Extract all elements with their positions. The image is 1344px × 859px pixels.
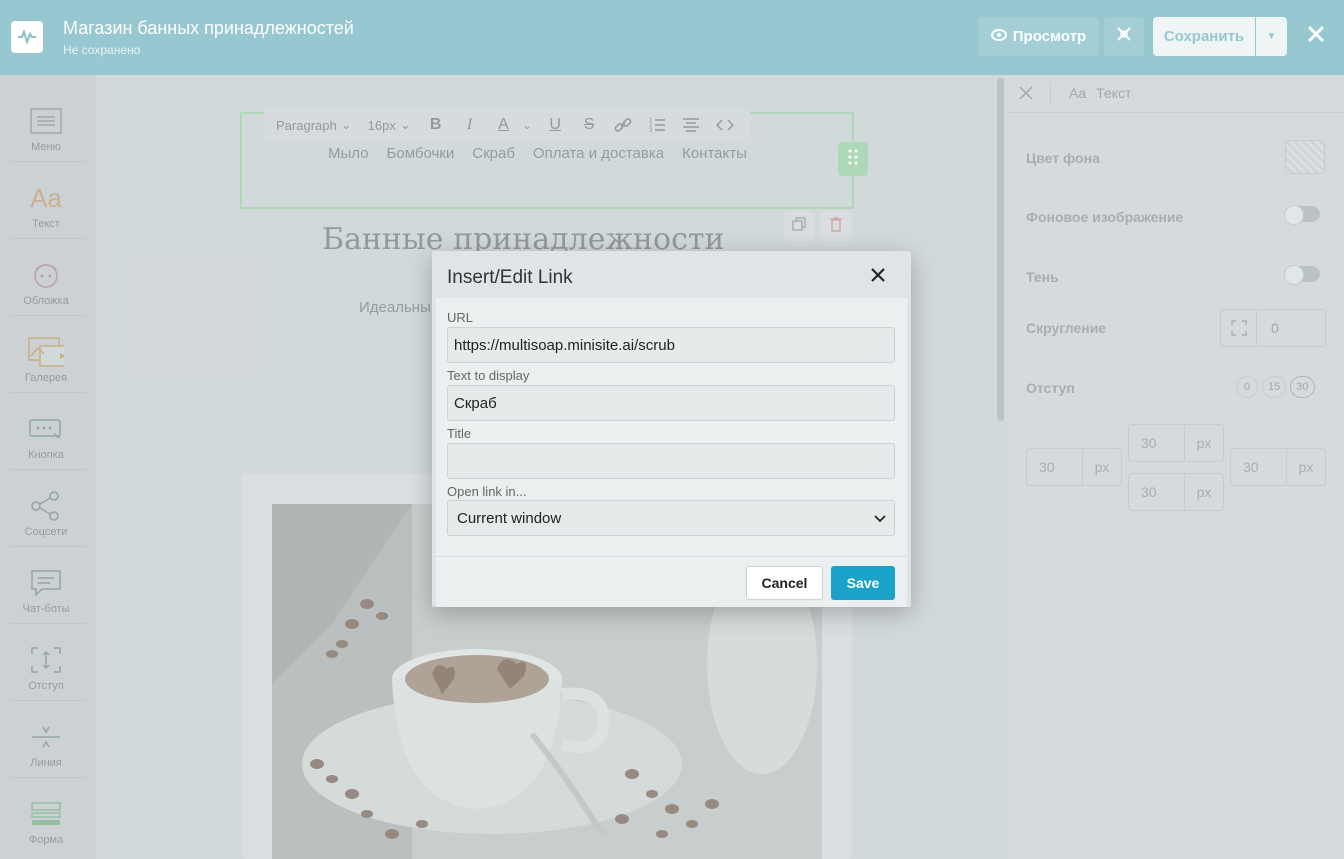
open-link-in-label: Open link in... [447,484,527,499]
url-field[interactable]: https://multisoap.minisite.ai/scrub [447,327,895,363]
dialog-close-button[interactable] [865,264,891,290]
url-label: URL [447,310,474,325]
dialog-title: Insert/Edit Link [447,267,573,288]
dialog-footer: Cancel Save [436,556,907,607]
close-icon [871,267,885,287]
title-label: Title [447,426,472,441]
save-link-button[interactable]: Save [831,566,895,600]
url-value: https://multisoap.minisite.ai/scrub [454,336,675,354]
cancel-button[interactable]: Cancel [746,566,823,600]
title-field[interactable] [447,443,895,479]
text-to-display-label: Text to display [447,368,530,383]
open-link-in-select[interactable]: Current window [447,500,895,536]
text-to-display-field[interactable]: Скраб [447,385,895,421]
text-to-display-value: Скраб [454,394,497,412]
open-link-in-value: Current window [457,509,562,527]
chevron-down-icon [874,510,886,527]
insert-link-dialog: Insert/Edit Link URL https://multisoap.m… [432,251,911,607]
dialog-body: URL https://multisoap.minisite.ai/scrub … [436,298,907,556]
